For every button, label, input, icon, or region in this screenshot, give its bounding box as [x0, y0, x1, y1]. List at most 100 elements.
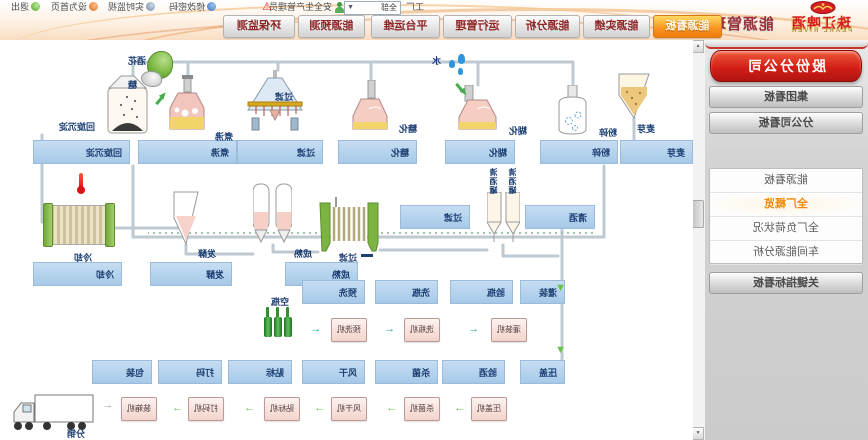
sidebar-submenu-panel: 能源看板全厂概览全厂负荷状况车间能源分析 [709, 168, 863, 264]
diagram-label-水: 水 [432, 54, 441, 67]
mill-icon [555, 85, 590, 140]
empty-bottles-icon [262, 307, 292, 342]
sidebar: 股份分公司 集团看板 分公司看板 能源看板全厂概览全厂负荷状况车间能源分析 关键… [704, 40, 868, 440]
ems-application: { "colors":{"accent_orange":"#f7941e","b… [0, 0, 868, 440]
zone-贴标[interactable]: 贴标 [228, 360, 292, 384]
sidebar-top-decoration [705, 40, 868, 49]
top-bar: 珠江啤酒 PEARL RIVER 能源管理系统 工厂 全部 ▼ 安全生产管理员 … [0, 0, 868, 42]
zone-验酒[interactable]: 验酒 [442, 360, 505, 384]
diagram-label-糖: 糖 [128, 78, 137, 91]
tab-能源分析[interactable]: 能源分析 [515, 15, 580, 38]
tab-能源预测[interactable]: 能源预测 [298, 15, 365, 38]
link-修改密码[interactable]: 修改密码 [169, 1, 216, 14]
link-实时监视[interactable]: 实时监视 [108, 1, 155, 14]
diagram-label-清酒罐: 清酒罐 [507, 168, 518, 195]
flow-arrow-icon: → [244, 403, 255, 413]
screenshot-root: { "colors":{"accent_orange":"#f7941e","b… [0, 0, 868, 440]
diagram-label-分销: 分销 [67, 427, 85, 440]
flow-arrow-icon: ▼ [555, 283, 566, 293]
diagram-label-麦芽: 麦芽 [637, 122, 655, 135]
flow-arrow-icon: → [172, 403, 183, 413]
flow-arrow-icon: ← [384, 324, 395, 334]
sugar-icon [141, 71, 162, 87]
key-icon [207, 2, 216, 11]
flow-arrow-icon: ← [468, 324, 479, 334]
flow-arrow-icon: ← [310, 324, 321, 334]
diagram-label-过滤: 过滤 [339, 251, 357, 264]
zone-预洗[interactable]: 预洗 [302, 280, 365, 304]
diagram-label-煮沸: 煮沸 [215, 130, 233, 143]
zone-回旋沉淀[interactable]: 回旋沉淀 [33, 140, 130, 164]
home-icon [89, 2, 98, 11]
zone-洗瓶[interactable]: 洗瓶 [375, 280, 438, 304]
bright-beer-tanks-icon [487, 192, 520, 249]
power-icon [31, 2, 40, 11]
machine-贴标机: 贴标机 [264, 397, 300, 421]
alert-triangle-icon[interactable]: ⚠ [262, 0, 272, 13]
diagram-label-成熟: 成熟 [294, 247, 312, 260]
zone-验瓶[interactable]: 验瓶 [450, 280, 513, 304]
machine-灌装机: 灌装机 [491, 318, 527, 342]
zone-压盖[interactable]: 压盖 [520, 360, 565, 384]
diagram-label-发酵: 发酵 [198, 247, 216, 260]
user-icon [335, 2, 345, 13]
factory-select[interactable]: 全部 ▼ [344, 1, 401, 15]
zone-粉碎[interactable]: 粉碎 [540, 140, 618, 164]
zone-打码[interactable]: 打码 [158, 360, 222, 384]
tab-平台运维[interactable]: 平台运维 [371, 15, 440, 38]
flow-arrow-icon: → [314, 403, 325, 413]
tab-能源看板[interactable]: 能源看板 [653, 15, 722, 38]
user-name: 安全生产管理员 [269, 1, 332, 14]
diagram-label-回旋沉淀: 回旋沉淀 [59, 120, 95, 133]
diagram-label-冷却: 冷却 [74, 251, 92, 264]
sidebar-item-全厂概览[interactable]: 全厂概览 [710, 193, 862, 217]
brand-name-en: PEARL RIVER [778, 28, 864, 34]
zone-杀菌[interactable]: 杀菌 [375, 360, 438, 384]
link-退出[interactable]: 退出 [11, 1, 40, 14]
mash-tun-icon [350, 80, 390, 140]
sidebar-item-company-board[interactable]: 分公司看板 [709, 112, 863, 134]
tab-能源实绩[interactable]: 能源实绩 [583, 15, 650, 38]
filter-dash-icon [361, 254, 373, 257]
sidebar-item-group-board[interactable]: 集团看板 [709, 86, 863, 108]
machine-装箱机: 装箱机 [121, 397, 157, 421]
flow-arrow-icon: ← [102, 400, 113, 410]
fermenter-icon [172, 190, 200, 251]
tab-运行管理[interactable]: 运行管理 [443, 15, 512, 38]
machine-预洗机: 预洗机 [331, 318, 367, 342]
zone-麦芽[interactable]: 麦芽 [620, 140, 693, 164]
content-scrollbar: ▲ ▼ [692, 40, 705, 440]
machine-压盖机: 压盖机 [471, 397, 507, 421]
sidebar-item-全厂负荷状况[interactable]: 全厂负荷状况 [710, 217, 862, 241]
zone-冷却[interactable]: 冷却 [33, 262, 122, 286]
kettle-icon [167, 75, 207, 140]
sidebar-item-能源看板[interactable]: 能源看板 [710, 169, 862, 193]
sidebar-item-车间能源分析[interactable]: 车间能源分析 [710, 241, 862, 265]
zone-过滤[interactable]: 过滤 [237, 140, 323, 164]
tab-环保监测[interactable]: 环保监测 [223, 15, 295, 38]
scroll-up-button[interactable]: ▲ [692, 40, 704, 53]
flow-arrow-icon: → [386, 403, 397, 413]
sidebar-item-kpi-board[interactable]: 关键指标看板 [709, 272, 863, 294]
scroll-down-button[interactable]: ▼ [692, 427, 704, 440]
zone-包装[interactable]: 包装 [92, 360, 152, 384]
zone-糖化[interactable]: 糖化 [338, 140, 417, 164]
zone-过滤[interactable]: 过滤 [400, 205, 470, 229]
zone-糊化[interactable]: 糊化 [445, 140, 515, 164]
diagram-label-酒花: 酒花 [128, 54, 146, 67]
thermometer-icon [79, 173, 83, 189]
process-flow-diagram: 麦芽粉碎糊化糖化过滤煮沸回旋沉淀清酒过滤成熟发酵冷却灌装验瓶洗瓶预洗压盖验酒杀菌… [0, 40, 693, 440]
zone-风干[interactable]: 风干 [302, 360, 365, 384]
diagram-label-糊化: 糊化 [509, 124, 527, 137]
zone-煮沸[interactable]: 煮沸 [138, 140, 237, 164]
scrollbar-thumb[interactable] [692, 200, 704, 228]
diagram-label-过滤: 过滤 [275, 90, 293, 103]
machine-洗瓶机: 洗瓶机 [404, 318, 440, 342]
maturation-tanks-icon [253, 182, 292, 251]
zone-发酵[interactable]: 发酵 [150, 262, 232, 286]
link-设为首页[interactable]: 设为首页 [51, 1, 98, 14]
factory-label: 工厂 [406, 1, 424, 14]
machine-风干机: 风干机 [331, 397, 367, 421]
gear-icon [146, 2, 155, 11]
zone-清酒[interactable]: 清酒 [525, 205, 595, 229]
